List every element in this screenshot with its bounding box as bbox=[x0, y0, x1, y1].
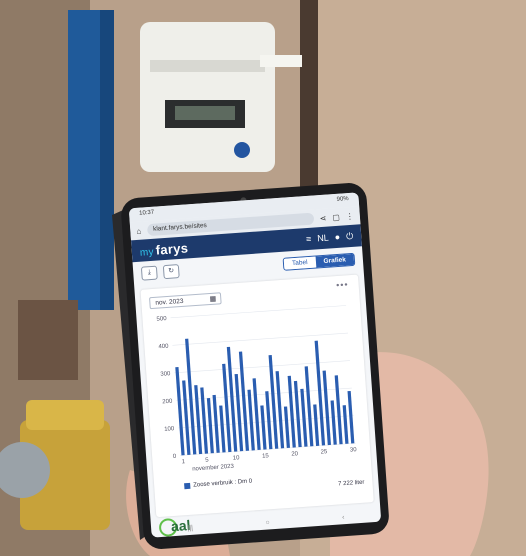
month-picker[interactable]: nov. 2023 ▦ bbox=[149, 292, 222, 310]
x-tick-label-6: 30 bbox=[350, 447, 358, 453]
x-tick-label-5: 25 bbox=[320, 449, 328, 455]
user-icon[interactable]: ● bbox=[334, 232, 340, 242]
month-picker-value: nov. 2023 bbox=[155, 297, 184, 307]
status-time: 10:37 bbox=[138, 209, 155, 217]
bar-day-24[interactable] bbox=[313, 404, 320, 446]
refresh-icon[interactable]: ↻ bbox=[162, 264, 180, 280]
download-icon[interactable]: ⤓ bbox=[140, 265, 158, 281]
x-tick-label-3: 15 bbox=[262, 453, 270, 459]
bar-day-7[interactable] bbox=[212, 394, 220, 453]
legend-label: Zoose verbruik : Dm 0 bbox=[193, 478, 253, 489]
y-tick-label-2: 200 bbox=[162, 399, 173, 406]
bar-day-15[interactable] bbox=[260, 405, 267, 450]
more-options-icon[interactable]: ••• bbox=[336, 279, 349, 290]
usage-chart: 01002003004005001 5 10 15 20 25 30november 202… bbox=[156, 305, 358, 473]
x-tick-label-1: 5 bbox=[205, 457, 209, 463]
hamburger-icon[interactable]: ≡ bbox=[306, 234, 312, 244]
gridline bbox=[170, 305, 347, 319]
bar-day-22[interactable] bbox=[300, 388, 308, 447]
bar-day-29[interactable] bbox=[342, 405, 349, 444]
power-icon[interactable]: ⏻ bbox=[346, 230, 354, 241]
bar-day-8[interactable] bbox=[219, 405, 226, 453]
calendar-icon: ▦ bbox=[209, 295, 217, 303]
bar-day-27[interactable] bbox=[330, 400, 337, 445]
y-tick-label-4: 400 bbox=[158, 344, 169, 351]
tab-chart[interactable]: Grafiek bbox=[315, 253, 355, 268]
view-toggle: Tabel Grafiek bbox=[282, 252, 356, 271]
bar-day-13[interactable] bbox=[247, 389, 255, 451]
status-battery: 90% bbox=[336, 196, 349, 203]
y-tick-label-3: 300 bbox=[160, 371, 171, 378]
total-usage: 7 222 liter bbox=[337, 479, 365, 488]
tabs-icon[interactable]: ▢ bbox=[332, 212, 340, 222]
y-tick-label-0: 0 bbox=[173, 454, 177, 460]
nav-home[interactable]: ○ bbox=[265, 519, 270, 529]
x-tick-label-0: 1 bbox=[182, 459, 186, 465]
bar-day-19[interactable] bbox=[283, 406, 291, 448]
language-select[interactable]: NL bbox=[317, 233, 329, 244]
nav-recents[interactable]: ||| bbox=[187, 525, 193, 535]
bar-day-30[interactable] bbox=[347, 390, 355, 444]
x-tick-label-2: 10 bbox=[233, 455, 241, 461]
x-tick-label-4: 20 bbox=[291, 451, 299, 457]
myfarys-logo[interactable]: myfarys bbox=[139, 240, 189, 258]
bar-day-1[interactable] bbox=[175, 367, 185, 456]
chart-card: nov. 2023 ▦ ••• 0 100 200 300 400 500 1 5 10 15 20… bbox=[140, 274, 374, 518]
y-tick-label-1: 100 bbox=[164, 426, 175, 433]
y-tick-label-5: 500 bbox=[156, 316, 167, 323]
home-icon[interactable]: ⌂ bbox=[136, 226, 141, 235]
x-axis-label: november 2023 bbox=[192, 464, 235, 473]
menu-dots-icon[interactable]: ⋮ bbox=[346, 211, 355, 221]
share-icon[interactable]: ⋖ bbox=[319, 213, 326, 222]
bar-day-16[interactable] bbox=[265, 391, 273, 450]
gridline bbox=[172, 332, 349, 346]
legend-swatch bbox=[184, 482, 191, 490]
phone-screen: 10:37 90% ⌂ klant.farys.be/sites ⋖ ▢ ⋮ m… bbox=[128, 192, 382, 538]
tab-table[interactable]: Tabel bbox=[283, 256, 316, 270]
nav-back[interactable]: ‹ bbox=[342, 514, 345, 524]
